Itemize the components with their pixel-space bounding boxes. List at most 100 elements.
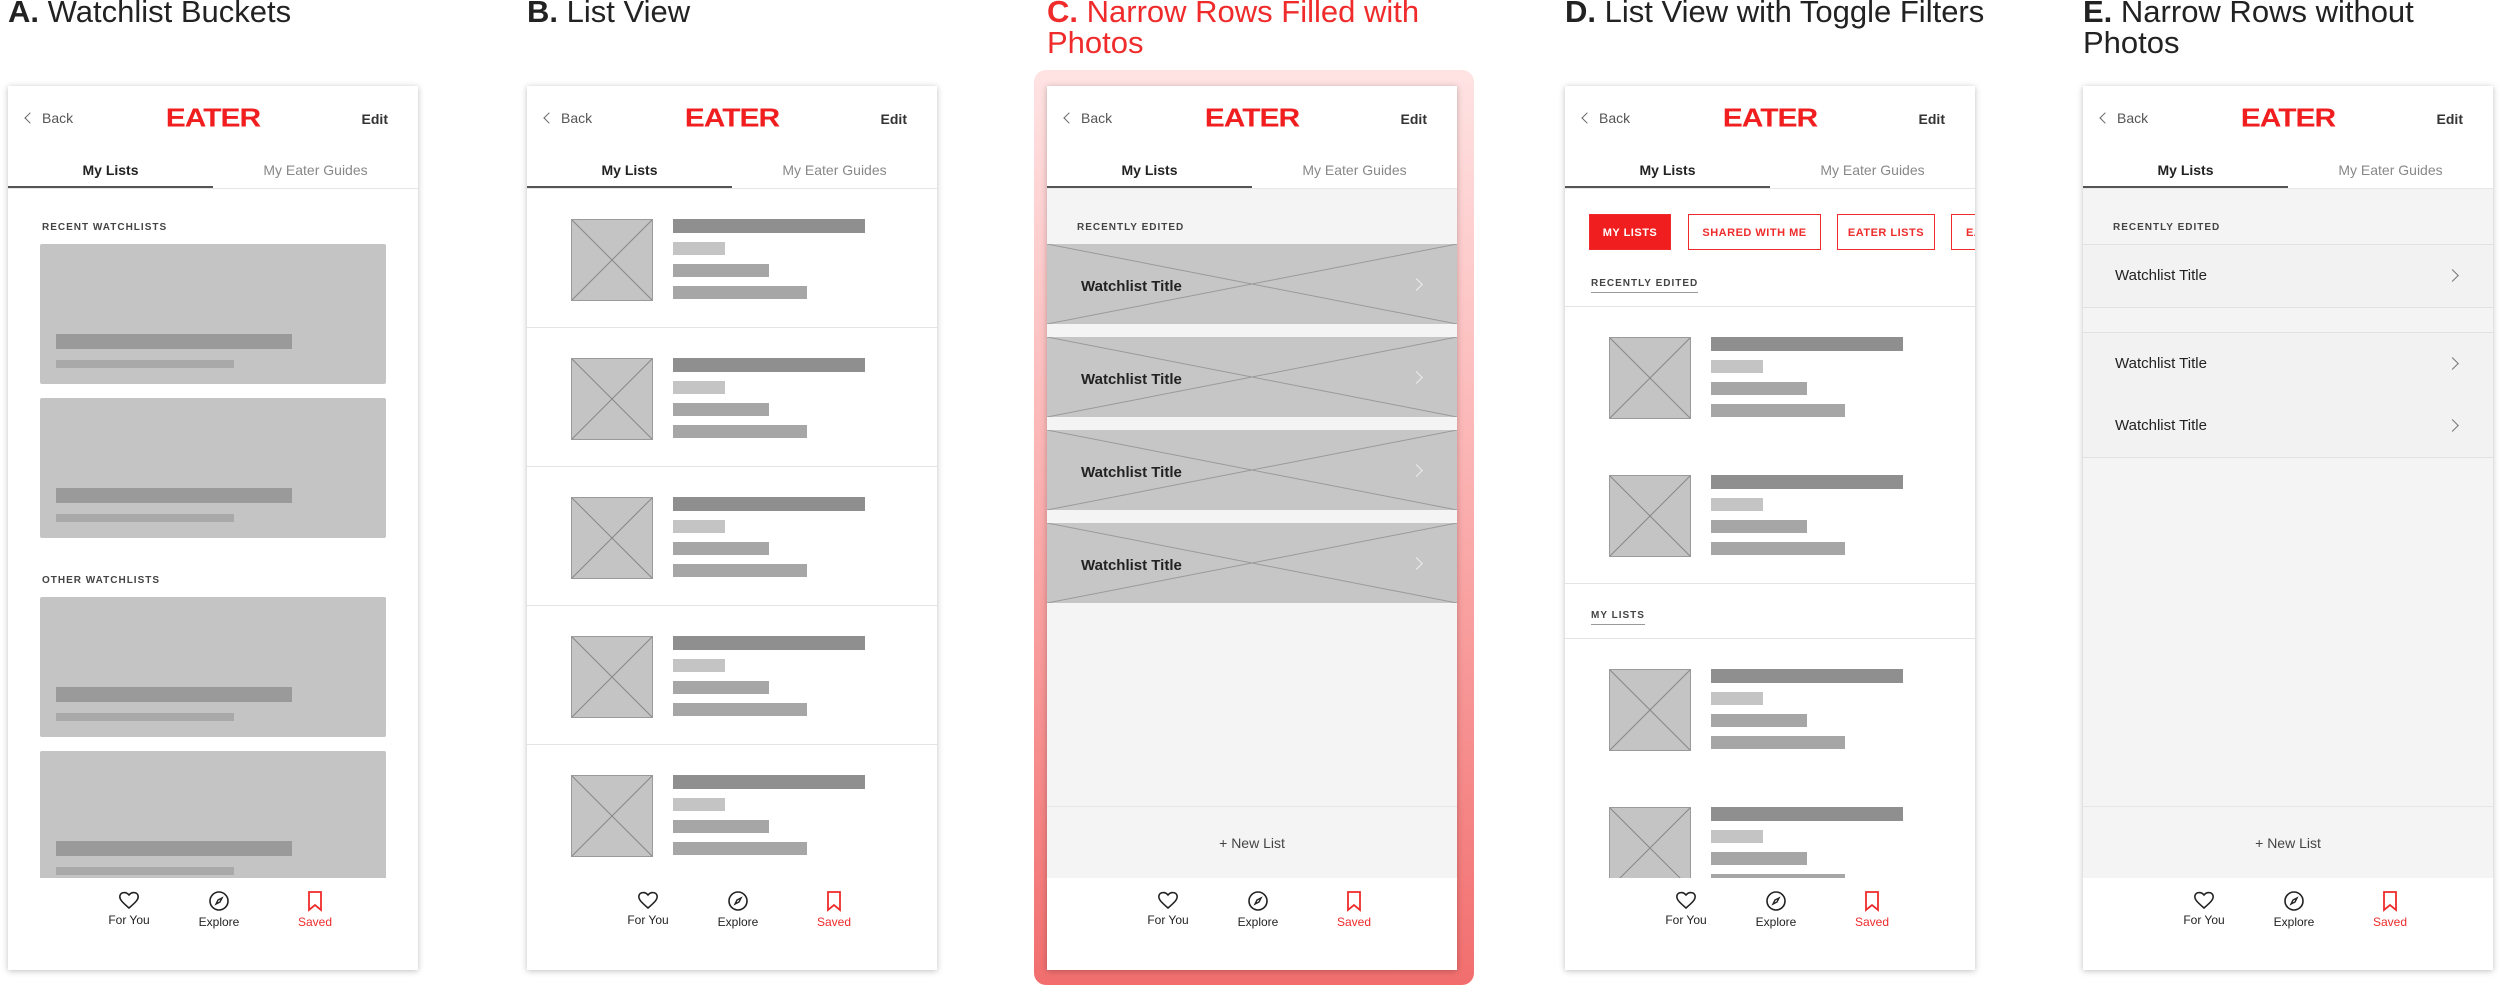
tab-my-lists[interactable]: My Lists xyxy=(1047,152,1252,188)
image-placeholder xyxy=(1609,669,1691,751)
text-placeholder xyxy=(1711,360,1763,373)
text-placeholder xyxy=(1711,830,1763,843)
nav-label: Explore xyxy=(2273,915,2315,929)
text-placeholder xyxy=(1711,498,1763,511)
watchlist-row[interactable]: Watchlist Title xyxy=(2083,332,2493,396)
panel-d-caption: D. List View with Toggle Filters xyxy=(1565,0,1985,27)
list-row[interactable] xyxy=(527,467,937,606)
panel-c-title: Narrow Rows Filled with Photos xyxy=(1047,0,1420,60)
image-placeholder xyxy=(571,775,653,857)
nav-for-you[interactable]: For You xyxy=(613,890,683,927)
nav-label: Explore xyxy=(198,915,240,929)
list-row[interactable] xyxy=(1565,306,1975,446)
tab-my-eater-guides[interactable]: My Eater Guides xyxy=(2288,152,2493,186)
nav-explore[interactable]: Explore xyxy=(1223,890,1293,929)
phone-c: Back EATER Edit My Lists My Eater Guides… xyxy=(1047,86,1457,970)
title-placeholder xyxy=(673,497,865,511)
panel-a-letter: A. xyxy=(8,0,39,29)
new-list-button[interactable]: + New List xyxy=(1047,806,1457,879)
section-label-recently-edited: RECENTLY EDITED xyxy=(1077,222,1185,233)
nav-saved[interactable]: Saved xyxy=(1319,890,1389,929)
eater-logo: EATER xyxy=(165,104,261,133)
eater-logo: EATER xyxy=(2240,104,2336,133)
section-label-recently-edited: RECENTLY EDITED xyxy=(1591,278,1699,293)
watchlist-card[interactable] xyxy=(40,751,386,878)
new-list-label: New List xyxy=(1231,835,1285,851)
nav-explore[interactable]: Explore xyxy=(1741,890,1811,929)
tab-my-lists[interactable]: My Lists xyxy=(1565,152,1770,188)
watchlist-card[interactable] xyxy=(40,244,386,384)
image-placeholder xyxy=(571,219,653,301)
title-placeholder xyxy=(673,636,865,650)
tab-my-eater-guides[interactable]: My Eater Guides xyxy=(732,152,937,186)
list-row[interactable] xyxy=(1565,638,1975,778)
edit-button[interactable]: Edit xyxy=(2437,111,2463,127)
list-row[interactable] xyxy=(527,606,937,745)
edit-button[interactable]: Edit xyxy=(1919,111,1945,127)
list-row[interactable] xyxy=(527,189,937,328)
nav-label: Saved xyxy=(1336,915,1372,929)
text-placeholder xyxy=(1711,736,1845,749)
placeholder-x-icon xyxy=(572,776,652,856)
tab-my-lists[interactable]: My Lists xyxy=(527,152,732,188)
text-placeholder xyxy=(1711,692,1763,705)
bottom-nav: For You Explore Saved xyxy=(527,878,937,970)
nav-label: For You xyxy=(1665,913,1707,927)
watchlist-row[interactable]: Watchlist Title xyxy=(2083,244,2493,308)
panel-d: D. List View with Toggle Filters Back EA… xyxy=(1565,0,1984,998)
nav-saved[interactable]: Saved xyxy=(1837,890,1907,929)
watchlist-card[interactable] xyxy=(40,597,386,737)
tab-my-eater-guides[interactable]: My Eater Guides xyxy=(213,152,418,186)
filter-chip-shared-with-me[interactable]: SHARED WITH ME xyxy=(1688,214,1821,250)
tab-my-lists[interactable]: My Lists xyxy=(8,152,213,188)
watchlist-photo-row[interactable]: Watchlist Title xyxy=(1047,337,1457,417)
panel-e-title: Narrow Rows without Photos xyxy=(2083,0,2414,60)
text-placeholder xyxy=(673,798,725,811)
placeholder-x-icon xyxy=(572,220,652,300)
list-row[interactable] xyxy=(1565,777,1975,878)
nav-explore[interactable]: Explore xyxy=(703,890,773,929)
filter-chip-overflow[interactable]: EA xyxy=(1951,214,1975,250)
tab-my-eater-guides[interactable]: My Eater Guides xyxy=(1770,152,1975,186)
top-bar: Back EATER Edit xyxy=(1047,86,1457,152)
nav-saved[interactable]: Saved xyxy=(799,890,869,929)
watchlist-photo-row[interactable]: Watchlist Title xyxy=(1047,523,1457,603)
filter-chip-eater-lists[interactable]: EATER LISTS xyxy=(1837,214,1935,250)
nav-for-you[interactable]: For You xyxy=(1133,890,1203,927)
watchlist-title: Watchlist Title xyxy=(2115,417,2207,434)
new-list-button[interactable]: + New List xyxy=(2083,806,2493,879)
nav-saved[interactable]: Saved xyxy=(280,890,350,929)
image-placeholder xyxy=(1609,475,1691,557)
text-placeholder xyxy=(1711,542,1845,555)
tab-my-lists[interactable]: My Lists xyxy=(2083,152,2288,188)
eater-logo: EATER xyxy=(684,104,780,133)
eater-logo: EATER xyxy=(1722,104,1818,133)
chevron-right-icon xyxy=(2446,269,2459,282)
card-subtitle-placeholder xyxy=(56,360,234,368)
filter-chip-my-lists[interactable]: MY LISTS xyxy=(1589,214,1671,250)
nav-explore[interactable]: Explore xyxy=(184,890,254,929)
nav-for-you[interactable]: For You xyxy=(94,890,164,927)
top-bar: Back EATER Edit xyxy=(8,86,418,152)
list-row[interactable] xyxy=(527,328,937,467)
placeholder-x-icon xyxy=(572,637,652,717)
edit-button[interactable]: Edit xyxy=(881,111,907,127)
title-placeholder xyxy=(673,775,865,789)
nav-for-you[interactable]: For You xyxy=(2169,890,2239,927)
text-placeholder xyxy=(1711,520,1807,533)
nav-for-you[interactable]: For You xyxy=(1651,890,1721,927)
panel-e: E. Narrow Rows without Photos Back EATER… xyxy=(2083,0,2495,998)
edit-button[interactable]: Edit xyxy=(362,111,388,127)
watchlist-row[interactable]: Watchlist Title xyxy=(2083,395,2493,458)
nav-explore[interactable]: Explore xyxy=(2259,890,2329,929)
tab-my-eater-guides[interactable]: My Eater Guides xyxy=(1252,152,1457,186)
list-row[interactable] xyxy=(1565,445,1975,584)
watchlist-card[interactable] xyxy=(40,398,386,538)
edit-button[interactable]: Edit xyxy=(1401,111,1427,127)
nav-label: Explore xyxy=(1755,915,1797,929)
nav-saved[interactable]: Saved xyxy=(2355,890,2425,929)
panel-d-letter: D. xyxy=(1565,0,1596,29)
list-row[interactable] xyxy=(527,745,937,878)
watchlist-photo-row[interactable]: Watchlist Title xyxy=(1047,244,1457,324)
watchlist-photo-row[interactable]: Watchlist Title xyxy=(1047,430,1457,510)
